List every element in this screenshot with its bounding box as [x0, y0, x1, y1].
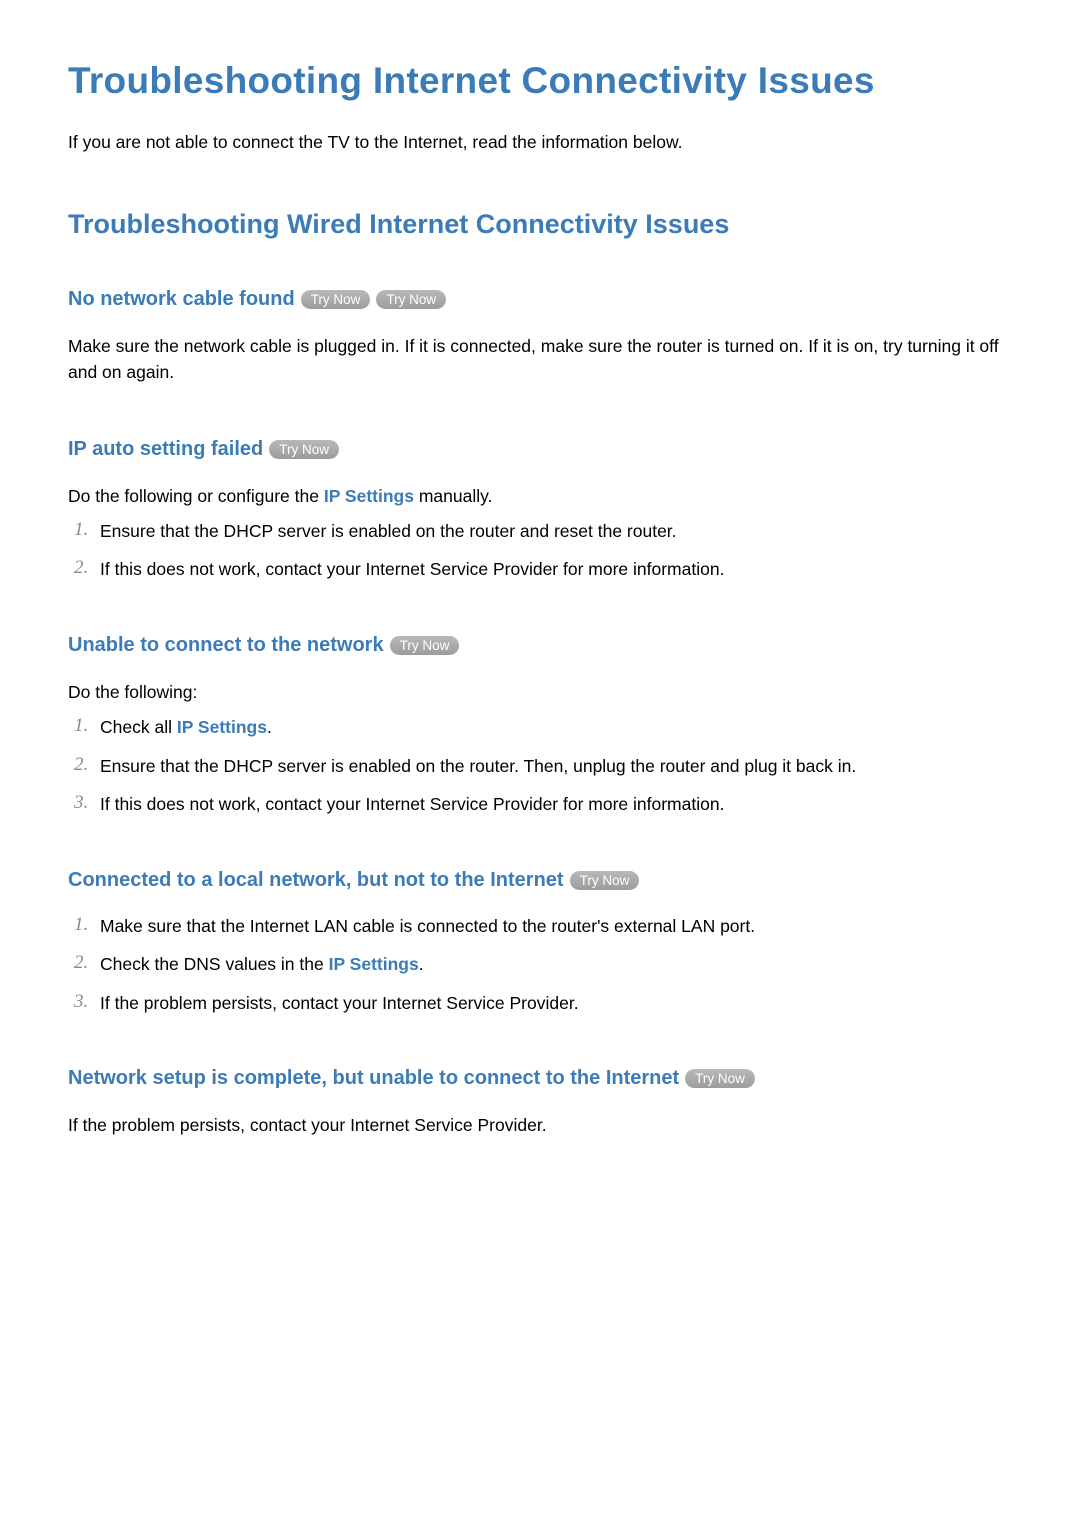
list-text-pre: Check the DNS values in the	[100, 954, 329, 974]
lead-text: Do the following or configure the	[68, 486, 324, 506]
section-no-cable: No network cable found Try Now Try Now M…	[68, 288, 1012, 386]
list-text: Ensure that the DHCP server is enabled o…	[100, 754, 856, 779]
intro-text: If you are not able to connect the TV to…	[68, 132, 1012, 153]
try-now-button[interactable]: Try Now	[301, 290, 371, 309]
list-item: 2. If this does not work, contact your I…	[68, 557, 1012, 582]
list-item: 2. Check the DNS values in the IP Settin…	[68, 952, 1012, 977]
list-text: If this does not work, contact your Inte…	[100, 792, 724, 817]
body-text: Do the following or configure the IP Set…	[68, 483, 1012, 509]
try-now-button[interactable]: Try Now	[570, 871, 640, 890]
list-text: Check all IP Settings.	[100, 715, 272, 740]
list-item: 1. Ensure that the DHCP server is enable…	[68, 519, 1012, 544]
ip-settings-link[interactable]: IP Settings	[177, 717, 267, 737]
page-title: Troubleshooting Internet Connectivity Is…	[68, 60, 1012, 102]
sub-heading-text: IP auto setting failed	[68, 438, 263, 461]
sub-heading: IP auto setting failed Try Now	[68, 438, 1012, 461]
try-now-button[interactable]: Try Now	[269, 440, 339, 459]
sub-heading-text: Network setup is complete, but unable to…	[68, 1067, 679, 1090]
try-now-button[interactable]: Try Now	[390, 636, 460, 655]
try-now-button[interactable]: Try Now	[685, 1069, 755, 1088]
list-item: 1. Check all IP Settings.	[68, 715, 1012, 740]
list-number: 1.	[68, 715, 100, 737]
sub-heading: No network cable found Try Now Try Now	[68, 288, 1012, 311]
list-number: 2.	[68, 557, 100, 579]
list-item: 2. Ensure that the DHCP server is enable…	[68, 754, 1012, 779]
list-number: 1.	[68, 519, 100, 541]
section-setup-complete: Network setup is complete, but unable to…	[68, 1067, 1012, 1138]
ordered-list: 1. Ensure that the DHCP server is enable…	[68, 519, 1012, 582]
section-ip-auto: IP auto setting failed Try Now Do the fo…	[68, 438, 1012, 582]
sub-heading: Connected to a local network, but not to…	[68, 869, 1012, 892]
body-text: If the problem persists, contact your In…	[68, 1112, 1012, 1138]
sub-heading-text: No network cable found	[68, 288, 295, 311]
list-text-pre: Check all	[100, 717, 177, 737]
list-number: 2.	[68, 952, 100, 974]
list-text-post: .	[267, 717, 272, 737]
body-text: Make sure the network cable is plugged i…	[68, 333, 1012, 386]
ip-settings-link[interactable]: IP Settings	[324, 486, 414, 506]
list-text: Ensure that the DHCP server is enabled o…	[100, 519, 677, 544]
list-item: 1. Make sure that the Internet LAN cable…	[68, 914, 1012, 939]
list-item: 3. If this does not work, contact your I…	[68, 792, 1012, 817]
list-text: If the problem persists, contact your In…	[100, 991, 579, 1016]
sub-heading: Unable to connect to the network Try Now	[68, 634, 1012, 657]
ordered-list: 1. Check all IP Settings. 2. Ensure that…	[68, 715, 1012, 817]
list-number: 3.	[68, 991, 100, 1013]
ip-settings-link[interactable]: IP Settings	[329, 954, 419, 974]
section-local-only: Connected to a local network, but not to…	[68, 869, 1012, 1016]
section-heading: Troubleshooting Wired Internet Connectiv…	[68, 209, 1012, 240]
lead-text-post: manually.	[414, 486, 492, 506]
list-number: 1.	[68, 914, 100, 936]
sub-heading-text: Connected to a local network, but not to…	[68, 869, 564, 892]
try-now-button[interactable]: Try Now	[376, 290, 446, 309]
list-text-post: .	[419, 954, 424, 974]
list-number: 2.	[68, 754, 100, 776]
section-unable-connect: Unable to connect to the network Try Now…	[68, 634, 1012, 817]
list-number: 3.	[68, 792, 100, 814]
list-text: Make sure that the Internet LAN cable is…	[100, 914, 755, 939]
sub-heading: Network setup is complete, but unable to…	[68, 1067, 1012, 1090]
body-text: Do the following:	[68, 679, 1012, 705]
sub-heading-text: Unable to connect to the network	[68, 634, 384, 657]
list-item: 3. If the problem persists, contact your…	[68, 991, 1012, 1016]
list-text: If this does not work, contact your Inte…	[100, 557, 724, 582]
list-text: Check the DNS values in the IP Settings.	[100, 952, 424, 977]
ordered-list: 1. Make sure that the Internet LAN cable…	[68, 914, 1012, 1016]
